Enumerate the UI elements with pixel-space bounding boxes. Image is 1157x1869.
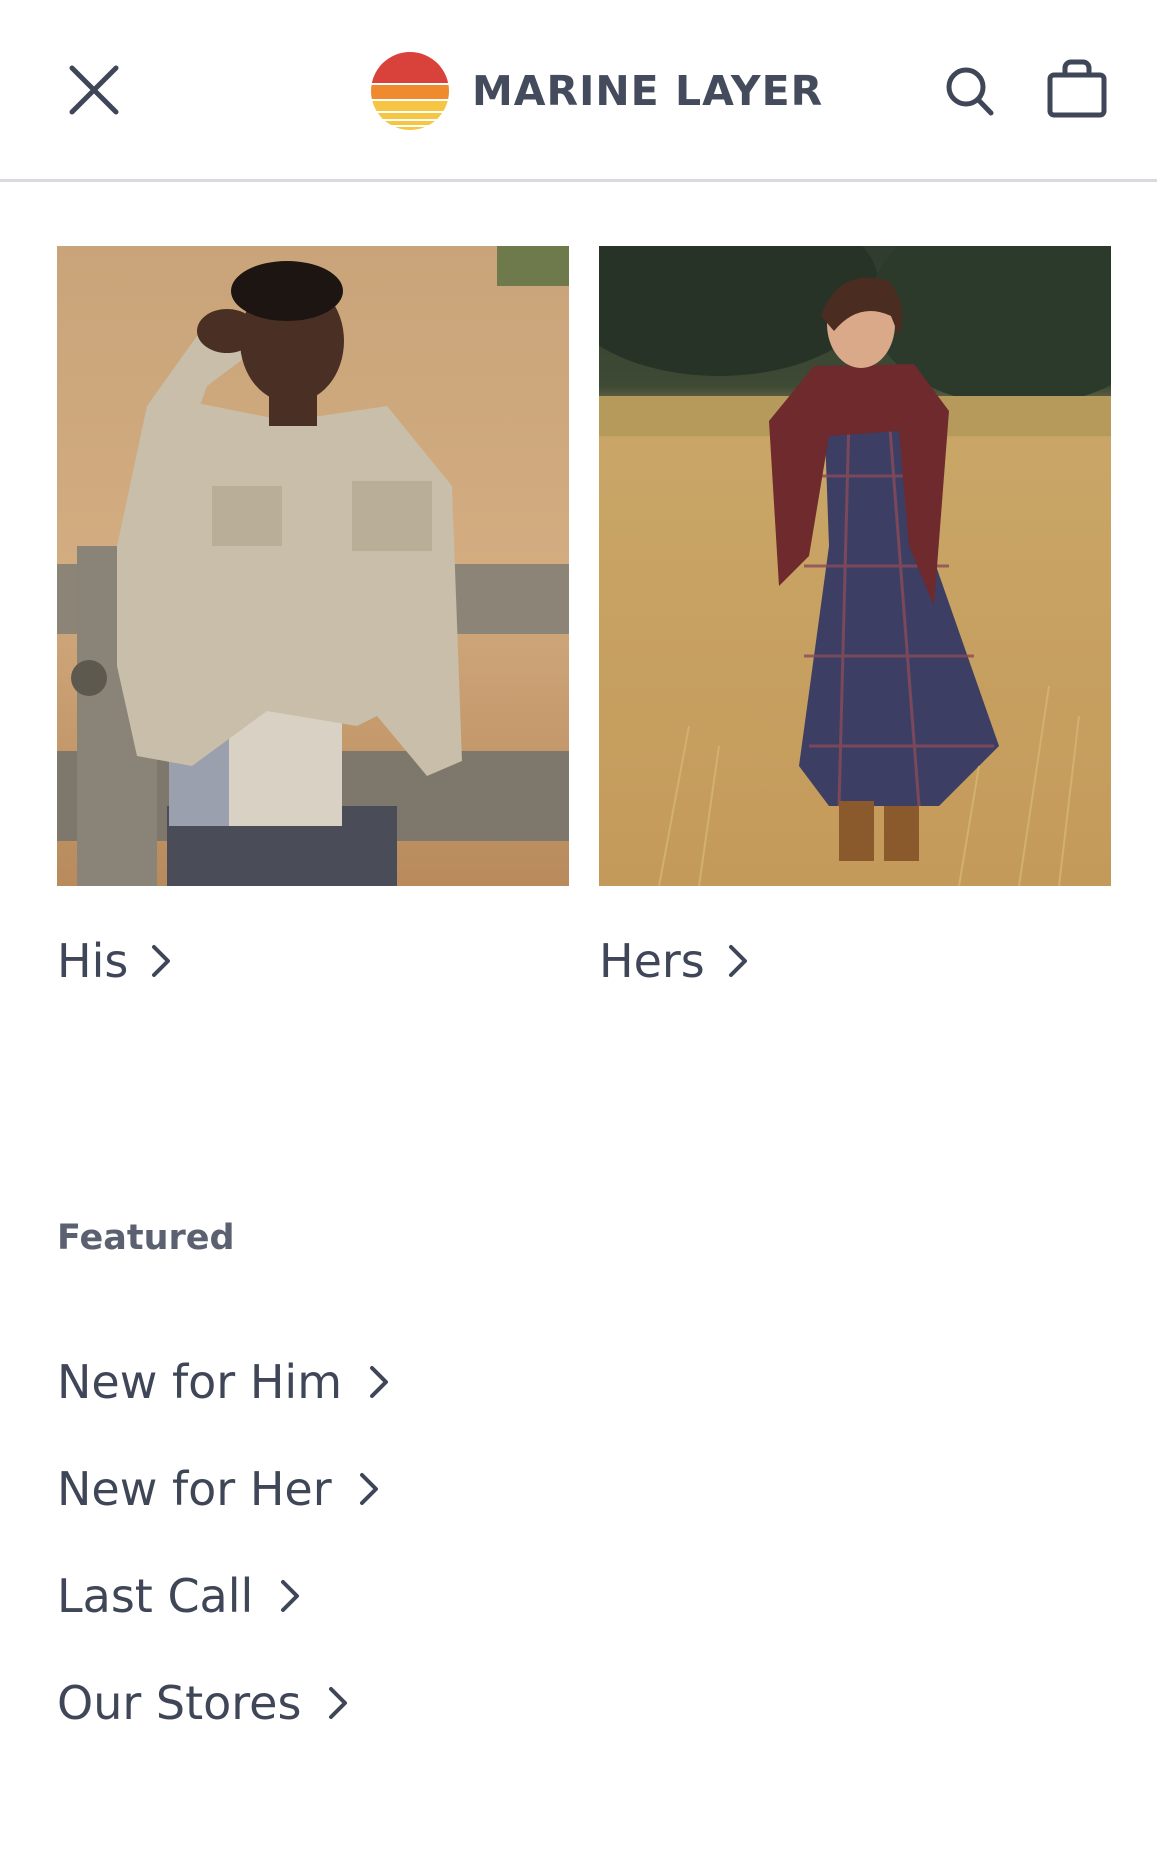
featured-heading: Featured: [57, 1218, 235, 1258]
featured-item-label: New for Her: [57, 1461, 332, 1516]
chevron-right-icon: [329, 1686, 348, 1719]
hers-link[interactable]: Hers: [599, 934, 749, 988]
close-menu-button[interactable]: [64, 60, 124, 120]
featured-item-label: Last Call: [57, 1568, 254, 1623]
category-card-his[interactable]: His: [57, 246, 569, 988]
featured-item-label: Our Stores: [57, 1675, 302, 1730]
hers-label: Hers: [599, 934, 705, 988]
sunset-logo-icon: [371, 52, 449, 130]
chevron-right-icon: [359, 1472, 378, 1505]
his-link[interactable]: His: [57, 934, 172, 988]
hers-category-image[interactable]: [599, 246, 1111, 886]
close-icon: [69, 65, 119, 115]
featured-item-label: New for Him: [57, 1354, 343, 1409]
top-nav-bar: MARINE LAYER: [0, 0, 1157, 182]
cart-button[interactable]: [1046, 57, 1108, 119]
featured-links-list: New for Him New for Her Last Call Our St…: [57, 1328, 390, 1756]
featured-item-new-for-him[interactable]: New for Him: [57, 1328, 390, 1435]
his-label: His: [57, 934, 129, 988]
chevron-right-icon: [728, 945, 747, 977]
chevron-right-icon: [370, 1365, 389, 1398]
featured-item-last-call[interactable]: Last Call: [57, 1542, 390, 1649]
category-card-hers[interactable]: Hers: [599, 246, 1111, 988]
chevron-right-icon: [281, 1579, 300, 1612]
search-icon: [946, 67, 994, 116]
featured-item-our-stores[interactable]: Our Stores: [57, 1649, 390, 1756]
brand-name: MARINE LAYER: [472, 67, 824, 115]
chevron-right-icon: [152, 945, 171, 977]
shopping-bag-icon: [1047, 59, 1107, 118]
brand-logo[interactable]: MARINE LAYER: [370, 50, 823, 132]
search-button[interactable]: [945, 66, 995, 118]
featured-item-new-for-her[interactable]: New for Her: [57, 1435, 390, 1542]
his-category-image[interactable]: [57, 246, 569, 886]
